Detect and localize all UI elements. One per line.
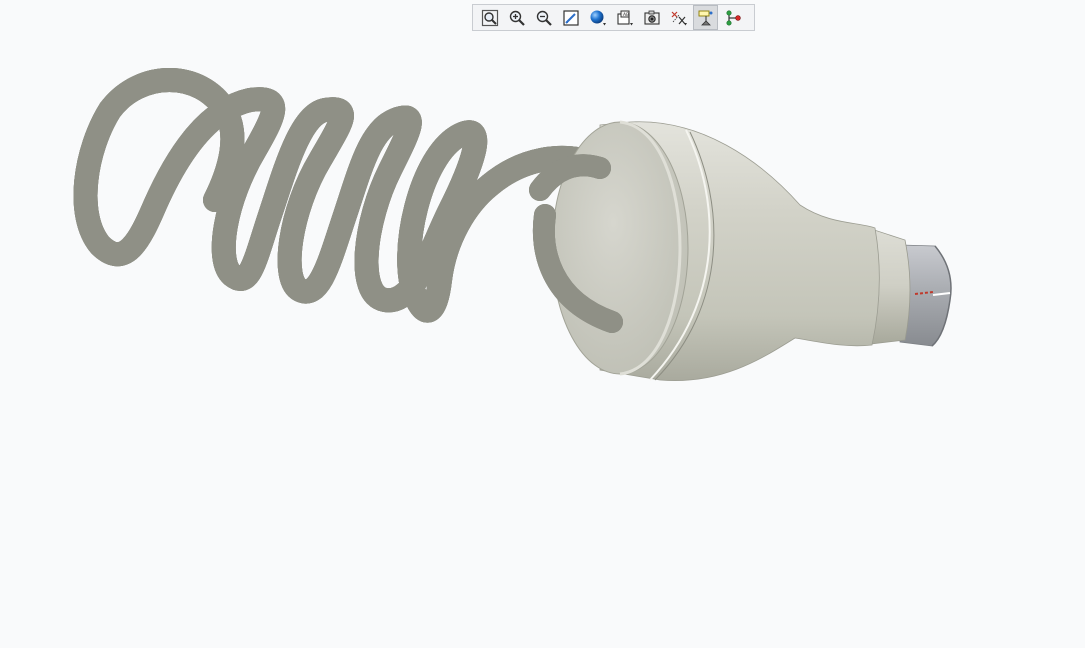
coil-spring	[86, 80, 612, 311]
3d-model-viewport[interactable]	[0, 0, 1085, 648]
